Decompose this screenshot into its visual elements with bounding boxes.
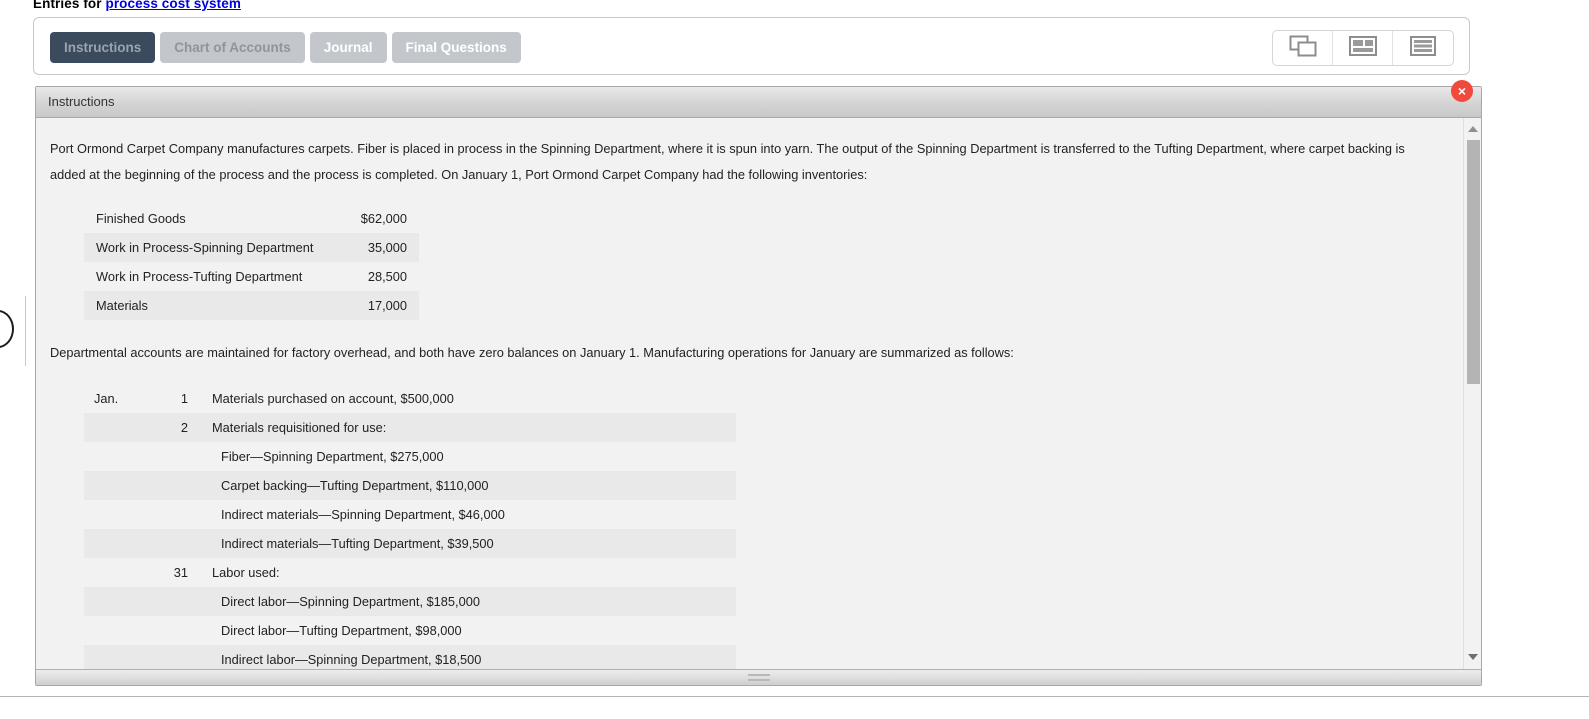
tab-bar: Instructions Chart of Accounts Journal F… bbox=[33, 17, 1470, 75]
panel-header: Instructions × bbox=[36, 80, 1481, 118]
transaction-month bbox=[84, 558, 156, 587]
transaction-month bbox=[84, 500, 156, 529]
vertical-scrollbar[interactable] bbox=[1463, 118, 1481, 670]
table-row: Carpet backing—Tufting Department, $110,… bbox=[84, 471, 736, 500]
inventory-label: Work in Process-Tufting Department bbox=[96, 269, 303, 284]
table-row: Work in Process-Spinning Department 35,0… bbox=[84, 233, 419, 262]
inventory-amount: 35,000 bbox=[367, 240, 407, 255]
inventory-label: Materials bbox=[96, 298, 148, 313]
scrollbar-thumb[interactable] bbox=[1467, 140, 1480, 384]
transaction-day: 31 bbox=[173, 565, 188, 580]
tab-final-questions[interactable]: Final Questions bbox=[391, 32, 521, 63]
cursor-highlight-ring bbox=[0, 310, 14, 348]
table-row: Fiber—Spinning Department, $275,000 bbox=[84, 442, 736, 471]
transaction-month bbox=[84, 587, 156, 616]
transaction-month bbox=[84, 529, 156, 558]
departmental-paragraph: Departmental accounts are maintained for… bbox=[50, 345, 1014, 360]
table-row: Materials 17,000 bbox=[84, 291, 419, 320]
tab-list: Instructions Chart of Accounts Journal F… bbox=[50, 32, 521, 63]
instructions-panel: Instructions × Port Ormond Carpet Compan… bbox=[35, 80, 1482, 686]
inventory-table-body: Finished Goods $62,000 Work in Process-S… bbox=[84, 204, 419, 320]
transaction-day bbox=[156, 616, 188, 645]
cascade-windows-button[interactable] bbox=[1273, 31, 1333, 65]
tab-journal[interactable]: Journal bbox=[309, 32, 387, 63]
view-toggle-group bbox=[1272, 30, 1454, 66]
panel-resize-bar[interactable] bbox=[36, 669, 1481, 685]
transaction-day bbox=[156, 529, 188, 558]
inventory-label: Finished Goods bbox=[96, 211, 186, 226]
transaction-description: Fiber—Spinning Department, $275,000 bbox=[221, 449, 444, 464]
transaction-description: Labor used: bbox=[212, 565, 280, 580]
table-row: Direct labor—Tufting Department, $98,000 bbox=[84, 616, 736, 645]
transaction-day bbox=[156, 471, 188, 500]
table-row: Indirect materials—Spinning Department, … bbox=[84, 500, 736, 529]
transaction-description: Indirect materials—Spinning Department, … bbox=[221, 507, 505, 522]
tab-instructions-label: Instructions bbox=[64, 40, 142, 55]
table-row: Jan. 1 Materials purchased on account, $… bbox=[84, 384, 736, 413]
table-row: 31 Labor used: bbox=[84, 558, 736, 587]
transaction-day: 2 bbox=[180, 420, 188, 435]
transactions-table: Jan. 1 Materials purchased on account, $… bbox=[84, 384, 736, 670]
transaction-description: Indirect materials—Tufting Department, $… bbox=[221, 536, 494, 551]
panel-title: Instructions bbox=[48, 94, 115, 109]
transaction-description: Materials requisitioned for use: bbox=[212, 420, 387, 435]
table-row: 2 Materials requisitioned for use: bbox=[84, 413, 736, 442]
left-divider bbox=[25, 296, 26, 366]
table-row: Indirect labor—Spinning Department, $18,… bbox=[84, 645, 736, 670]
transaction-month bbox=[84, 471, 156, 500]
scroll-up-arrow-icon[interactable] bbox=[1464, 120, 1481, 138]
transaction-day: 1 bbox=[180, 391, 188, 406]
transaction-description: Carpet backing—Tufting Department, $110,… bbox=[221, 478, 489, 493]
table-row: Indirect materials—Tufting Department, $… bbox=[84, 529, 736, 558]
page-title-prefix: Entries for bbox=[33, 0, 106, 11]
instructions-content: Port Ormond Carpet Company manufactures … bbox=[36, 118, 1448, 670]
transaction-description: Direct labor—Tufting Department, $98,000 bbox=[221, 623, 462, 638]
cascade-windows-icon bbox=[1289, 35, 1317, 62]
tab-chart-of-accounts-label: Chart of Accounts bbox=[174, 40, 291, 55]
transaction-day bbox=[156, 500, 188, 529]
transaction-month bbox=[84, 413, 156, 442]
transaction-month bbox=[84, 616, 156, 645]
inventory-table: Finished Goods $62,000 Work in Process-S… bbox=[84, 204, 419, 320]
table-row: Finished Goods $62,000 bbox=[84, 204, 419, 233]
inventory-label: Work in Process-Spinning Department bbox=[96, 240, 314, 255]
list-view-icon bbox=[1410, 35, 1436, 61]
transaction-month bbox=[84, 645, 156, 670]
intro-paragraph: Port Ormond Carpet Company manufactures … bbox=[50, 141, 1405, 182]
transaction-month bbox=[84, 442, 156, 471]
inventory-amount: 28,500 bbox=[367, 269, 407, 284]
bottom-strip bbox=[0, 697, 1589, 719]
transactions-table-body: Jan. 1 Materials purchased on account, $… bbox=[84, 384, 736, 670]
resize-grip-icon[interactable] bbox=[747, 674, 770, 681]
tab-journal-label: Journal bbox=[323, 40, 373, 55]
transaction-description: Direct labor—Spinning Department, $185,0… bbox=[221, 594, 480, 609]
tab-final-questions-label: Final Questions bbox=[405, 40, 507, 55]
transaction-description: Materials purchased on account, $500,000 bbox=[212, 391, 454, 406]
transaction-day bbox=[156, 587, 188, 616]
page-title: Entries for process cost system bbox=[33, 0, 241, 11]
split-view-button[interactable] bbox=[1333, 31, 1393, 65]
table-row: Direct labor—Spinning Department, $185,0… bbox=[84, 587, 736, 616]
table-row: Work in Process-Tufting Department 28,50… bbox=[84, 262, 419, 291]
close-icon[interactable]: × bbox=[1451, 80, 1473, 102]
tab-instructions[interactable]: Instructions bbox=[50, 32, 156, 63]
transaction-month: Jan. bbox=[94, 391, 119, 406]
process-cost-system-link[interactable]: process cost system bbox=[105, 0, 240, 11]
inventory-amount: $62,000 bbox=[360, 211, 407, 226]
page-root: Entries for process cost system Instruct… bbox=[0, 0, 1589, 719]
transaction-description: Indirect labor—Spinning Department, $18,… bbox=[221, 652, 482, 667]
inventory-amount: 17,000 bbox=[367, 298, 407, 313]
panel-body: Port Ormond Carpet Company manufactures … bbox=[36, 118, 1481, 670]
transaction-day bbox=[156, 442, 188, 471]
tab-chart-of-accounts[interactable]: Chart of Accounts bbox=[160, 32, 305, 63]
list-view-button[interactable] bbox=[1393, 31, 1453, 65]
scroll-down-arrow-icon[interactable] bbox=[1464, 648, 1481, 666]
transaction-day bbox=[156, 645, 188, 670]
split-view-icon bbox=[1348, 35, 1377, 61]
